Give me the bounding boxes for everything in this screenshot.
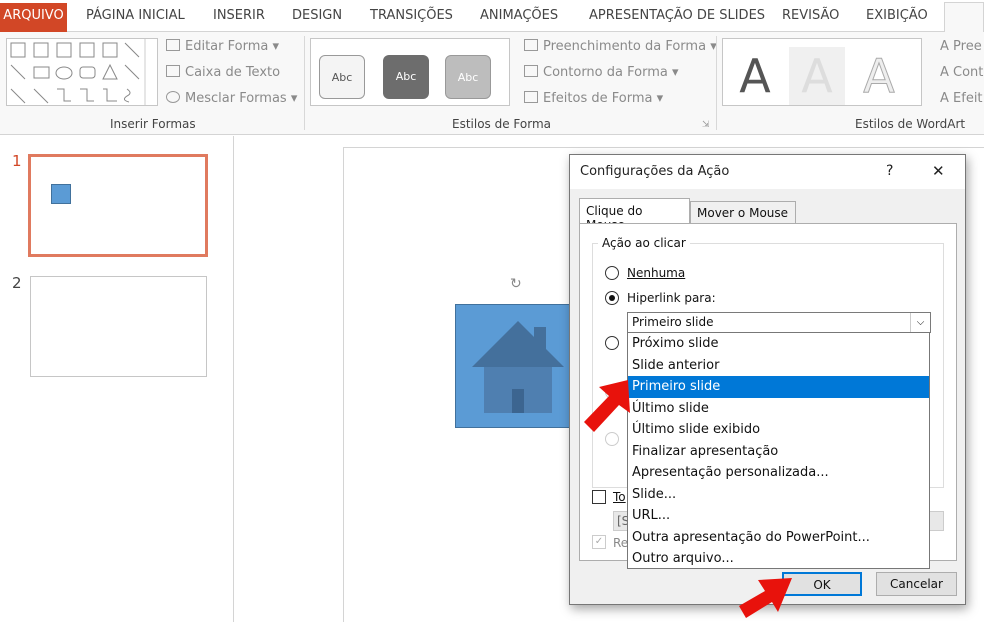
style-sample[interactable]: Abc [445,55,491,99]
radio-hyperlink-label: Hiperlink para: [627,291,716,305]
red-arrow-icon [739,578,792,618]
hyperlink-select[interactable]: Primeiro slide ⌵ [627,312,931,333]
ok-button[interactable]: OK [782,572,862,596]
shape-effects-button[interactable]: Efeitos de Forma ▾ [524,91,663,106]
slide-thumbnail-2[interactable] [30,276,207,377]
dialog-title-bar: Configurações da Ação ? ✕ [570,155,965,189]
rotate-handle-icon[interactable]: ↻ [510,276,522,292]
option-last-slide[interactable]: Último slide [628,398,929,420]
wordart-sample[interactable]: A [789,47,845,105]
chevron-down-icon[interactable]: ⌵ [910,313,930,332]
highlight-checkbox[interactable]: ✓ [592,535,606,549]
tab-formatar[interactable] [944,2,984,33]
tab-exibicao[interactable]: EXIBIÇÃO [866,8,928,23]
group-label-insert-shapes: Inserir Formas [110,117,196,131]
home-icon [472,321,564,413]
dialog-title: Configurações da Ação [580,164,730,179]
slide-number: 1 [12,152,22,170]
tab-arquivo[interactable]: ARQUIVO [0,3,67,32]
ribbon-tabs: ARQUIVO PÁGINA INICIAL INSERIR DESIGN TR… [0,0,984,33]
text-effects-button[interactable]: A Efeit [940,91,983,106]
option-first-slide[interactable]: Primeiro slide [628,376,929,398]
option-custom-show[interactable]: Apresentação personalizada... [628,462,929,484]
pencil-icon [524,65,538,77]
option-end-show[interactable]: Finalizar apresentação [628,441,929,463]
style-sample[interactable]: Abc [319,55,365,99]
ribbon: Editar Forma ▾ Caixa de Texto Mesclar Fo… [0,32,984,135]
slide-thumbnail-1[interactable] [28,154,208,257]
option-last-viewed-slide[interactable]: Último slide exibido [628,419,929,441]
wordart-sample[interactable]: A [851,47,907,105]
tab-transicoes[interactable]: TRANSIÇÕES [370,8,453,23]
hyperlink-dropdown-list: Próximo slide Slide anterior Primeiro sl… [627,332,930,569]
hyperlink-select-value: Primeiro slide [632,315,714,329]
wordart-sample[interactable]: A [727,47,783,105]
shape-fill-button[interactable]: Preenchimento da Forma ▾ [524,39,717,54]
option-url[interactable]: URL... [628,505,929,527]
close-button[interactable]: ✕ [932,162,945,180]
tab-revisao[interactable]: REVISÃO [782,8,839,23]
cancel-button[interactable]: Cancelar [876,572,957,596]
radio-hyperlink[interactable] [605,291,619,305]
text-outline-button[interactable]: A Cont [940,65,983,80]
divider [716,36,717,130]
shapes-gallery[interactable] [6,38,158,106]
option-slide[interactable]: Slide... [628,484,929,506]
group-label: Ação ao clicar [598,236,690,250]
slide-thumbnails-pane: 1 2 [0,136,234,622]
text-box-button[interactable]: Caixa de Texto [166,65,280,80]
shape-outline-button[interactable]: Contorno da Forma ▾ [524,65,679,80]
highlight-label: Re [613,536,629,550]
option-other-presentation[interactable]: Outra apresentação do PowerPoint... [628,527,929,549]
style-sample[interactable]: Abc [383,55,429,99]
help-button[interactable]: ? [886,163,893,179]
radio-run-program[interactable] [605,336,619,350]
paint-bucket-icon [524,39,538,51]
tab-animacoes[interactable]: ANIMAÇÕES [480,8,558,23]
group-label-shape-styles: Estilos de Forma [452,117,552,131]
option-next-slide[interactable]: Próximo slide [628,333,929,355]
slide-number: 2 [12,274,22,292]
dialog-launcher-icon[interactable]: ⇲ [702,120,710,130]
option-other-file[interactable]: Outro arquivo... [628,548,929,570]
red-arrow-icon [584,380,630,432]
tab-inserir[interactable]: INSERIR [213,8,265,23]
merge-shapes-button[interactable]: Mesclar Formas ▾ [166,91,297,106]
tab-pagina-inicial[interactable]: PÁGINA INICIAL [86,8,185,23]
tab-mouse-over[interactable]: Mover o Mouse [690,201,796,224]
text-box-icon [166,65,180,77]
merge-shapes-icon [166,91,180,103]
home-shape[interactable] [455,304,579,428]
tab-mouse-click[interactable]: Clique do Mouse [579,198,690,232]
option-previous-slide[interactable]: Slide anterior [628,355,929,377]
shape-styles-gallery[interactable]: Abc Abc Abc [310,38,510,106]
effects-icon [524,91,538,103]
edit-shape-icon [166,39,180,51]
play-sound-label: To [613,490,626,504]
text-fill-button[interactable]: A Pree [940,39,982,54]
shapes-icon [10,39,146,105]
tab-design[interactable]: DESIGN [292,8,342,23]
radio-none-label: Nenhuma [627,266,686,280]
edit-shape-button[interactable]: Editar Forma ▾ [166,39,279,54]
divider [304,36,305,130]
home-icon [51,184,71,204]
play-sound-checkbox[interactable] [592,490,606,504]
wordart-gallery[interactable]: A A A [722,38,922,106]
tab-apresentacao[interactable]: APRESENTAÇÃO DE SLIDES [589,8,765,23]
group-label-wordart: Estilos de WordArt [855,117,966,131]
radio-none[interactable] [605,266,619,280]
